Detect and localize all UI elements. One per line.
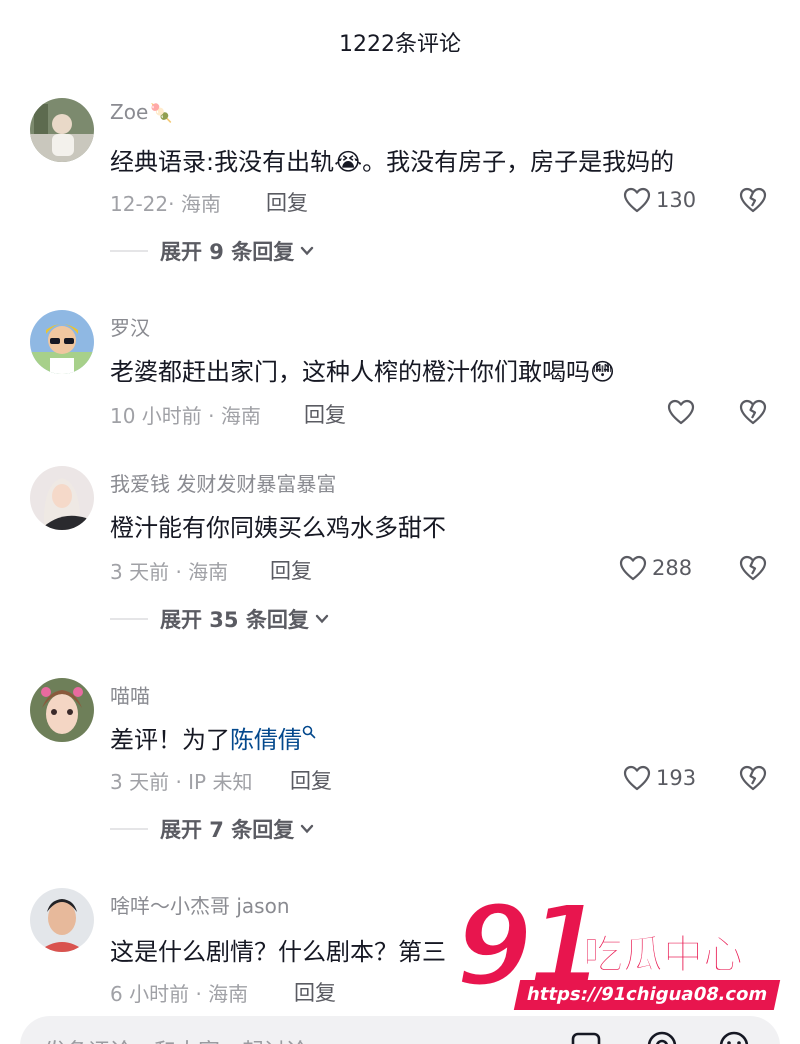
reply-button[interactable]: 回复 (304, 399, 346, 429)
comment-text: 老婆都赶出家门，这种人榨的橙汁你们敢喝吗😳 (110, 358, 616, 386)
username[interactable]: Zoe 🍡 (110, 100, 173, 124)
username[interactable]: 啥咩～小杰哥 jason (110, 890, 290, 919)
comment-text: 橙汁能有你同姨买么鸡水多甜不 (110, 514, 446, 542)
heart-icon (667, 399, 695, 425)
search-icon (302, 725, 316, 739)
dislike-heart-icon[interactable] (738, 763, 768, 793)
reply-button[interactable]: 回复 (294, 977, 336, 1007)
like-button[interactable]: 193 (622, 763, 696, 793)
like-button[interactable] (666, 397, 696, 427)
username[interactable]: 我爱钱 发财发财暴富暴富 (110, 468, 336, 497)
heart-icon (623, 765, 651, 791)
comment-input[interactable]: 发条评论，和大家一起讨论 (44, 1034, 308, 1044)
expand-replies[interactable]: 展开 35 条回复 (110, 604, 331, 634)
expand-replies-label: 展开 7 条回复 (160, 818, 295, 842)
like-button[interactable]: 288 (618, 553, 692, 583)
emoji-icon[interactable] (716, 1028, 752, 1044)
like-count: 288 (652, 556, 693, 580)
heart-icon (623, 187, 651, 213)
avatar[interactable] (30, 888, 94, 952)
divider (110, 250, 148, 252)
image-icon[interactable] (568, 1028, 604, 1044)
watermark-title: 吃瓜中心 (583, 932, 744, 979)
comment-meta: 6 小时前 · 海南 (110, 982, 249, 1006)
comment-text: 这是什么剧情？什么剧本？第三 (110, 938, 446, 966)
comment-meta: 3 天前 · IP 未知 (110, 770, 253, 794)
expand-replies[interactable]: 展开 7 条回复 (110, 814, 316, 844)
dislike-heart-icon[interactable] (738, 185, 768, 215)
divider (110, 828, 148, 830)
avatar[interactable] (30, 98, 94, 162)
chevron-down-icon (301, 824, 314, 834)
like-count: 130 (656, 188, 697, 212)
watermark-url: https://91chigua08.com (513, 980, 781, 1010)
username[interactable]: 喵喵 (110, 680, 150, 709)
comment-count-title: 1222条评论 (339, 32, 461, 57)
chevron-down-icon (301, 246, 314, 256)
search-link[interactable]: 陈倩倩 (230, 726, 302, 754)
site-watermark: 91 吃瓜中心 https://91chigua08.com (453, 880, 781, 1022)
comment-text: 经典语录:我没有出轨😭。我没有房子，房子是我妈的 (110, 148, 675, 176)
expand-replies-label: 展开 9 条回复 (160, 240, 295, 264)
expand-replies-label: 展开 35 条回复 (160, 608, 309, 632)
reply-button[interactable]: 回复 (290, 765, 332, 795)
comments-header: 1222条评论 (0, 0, 800, 84)
divider (110, 618, 148, 620)
heart-icon (619, 555, 647, 581)
chevron-down-icon (315, 614, 329, 624)
comment-meta: 3 天前 · 海南 (110, 560, 229, 584)
avatar[interactable] (30, 466, 94, 530)
comment-meta: 12-22· 海南 (110, 192, 221, 216)
dislike-heart-icon[interactable] (738, 553, 768, 583)
comment-text: 差评！为了陈倩倩 (110, 720, 316, 755)
username[interactable]: 罗汉 (110, 312, 150, 341)
dislike-heart-icon[interactable] (738, 397, 768, 427)
at-icon[interactable] (644, 1028, 680, 1044)
like-count: 193 (656, 766, 697, 790)
comment-meta: 10 小时前 · 海南 (110, 404, 261, 428)
reply-button[interactable]: 回复 (266, 187, 308, 217)
reply-button[interactable]: 回复 (270, 555, 312, 585)
expand-replies[interactable]: 展开 9 条回复 (110, 236, 316, 266)
avatar[interactable] (30, 310, 94, 374)
like-button[interactable]: 130 (622, 185, 696, 215)
avatar[interactable] (30, 678, 94, 742)
dango-emoji: 🍡 (150, 103, 173, 124)
